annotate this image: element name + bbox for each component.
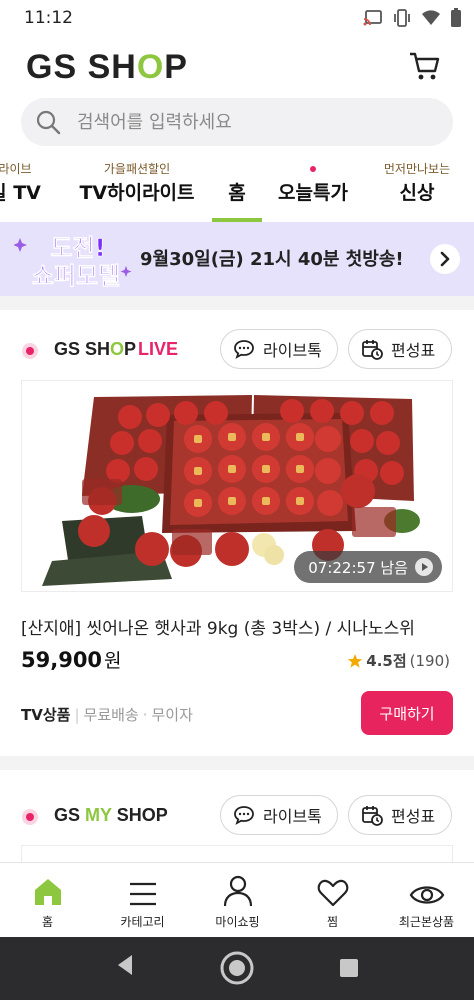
- heart-icon: [317, 879, 348, 907]
- tv-product-tag: TV상품: [21, 706, 71, 724]
- shopper-model-logo: 도전! 쇼퍼모델: [14, 234, 132, 290]
- tab-today-deal[interactable]: 오늘특가: [270, 160, 356, 220]
- banner-text: 9월30일(금) 21시 40분 첫방송!: [140, 249, 404, 270]
- nav-wishlist[interactable]: 찜: [285, 863, 380, 938]
- live-section-header: GS SHOP LIVE 라이브톡 편성표: [0, 324, 474, 376]
- system-nav-bar: [0, 937, 474, 1000]
- menu-icon: [129, 882, 156, 906]
- live-indicator: [22, 809, 38, 825]
- product-price: 59,900 원: [21, 648, 122, 672]
- free-shipping-tag: 무료배송: [83, 706, 139, 724]
- home-icon: [34, 879, 61, 905]
- eye-icon: [409, 886, 444, 904]
- gs-shop-logo[interactable]: GS SHOP: [26, 48, 188, 87]
- gs-myshop-channel[interactable]: GS MY SHOP: [54, 805, 168, 826]
- new-dot-badge: [310, 166, 316, 172]
- star-icon: [348, 653, 363, 668]
- nav-category[interactable]: 카테고리: [95, 863, 190, 938]
- chat-bubble-icon: [234, 340, 254, 359]
- home-circle-icon[interactable]: [219, 950, 255, 986]
- nav-my-shopping[interactable]: 마이쇼핑: [190, 863, 285, 938]
- app-header: GS SHOP: [0, 36, 474, 96]
- status-time: 11:12: [24, 8, 73, 28]
- status-bar: 11:12: [0, 0, 474, 36]
- schedule-button[interactable]: 편성표: [348, 329, 452, 369]
- back-icon[interactable]: [114, 953, 136, 977]
- myshop-section-header: GS MY SHOP 라이브톡 편성표: [0, 790, 474, 842]
- person-icon: [223, 875, 252, 907]
- search-bar[interactable]: [21, 98, 453, 146]
- bottom-nav: 홈 카테고리 마이쇼핑 찜 최근본상품: [0, 862, 474, 937]
- live-indicator: [22, 343, 38, 359]
- schedule-button[interactable]: 편성표: [348, 795, 452, 835]
- cart-icon[interactable]: [408, 50, 442, 82]
- battery-icon: [451, 8, 461, 27]
- nav-home[interactable]: 홈: [0, 863, 95, 938]
- cast-icon: [363, 10, 382, 26]
- promo-banner[interactable]: 도전! 쇼퍼모델 9월30일(금) 21시 40분 첫방송!: [0, 222, 474, 296]
- play-icon[interactable]: [414, 557, 434, 577]
- chat-bubble-icon: [234, 806, 254, 825]
- tab-live-tv[interactable]: 라이브 일 TV: [0, 160, 60, 220]
- product-image[interactable]: 07:22:57 남음: [21, 380, 453, 592]
- product-title[interactable]: [산지애] 씻어나온 햇사과 9kg (총 3박스) / 시나노스위: [21, 614, 461, 639]
- product-rating: 4.5점 (190): [347, 650, 450, 671]
- calendar-clock-icon: [362, 340, 383, 360]
- chevron-right-icon: [440, 251, 450, 267]
- livetalk-button[interactable]: 라이브톡: [220, 795, 338, 835]
- category-tabs: 라이브 일 TV 가을패션할인 TV하이라이트 홈 오늘특가 먼저만나보는 신상: [0, 160, 474, 222]
- live-timer: 07:22:57 남음: [294, 551, 442, 583]
- vibrate-icon: [394, 9, 410, 27]
- svg-text:도전!: 도전!: [50, 234, 105, 262]
- search-icon: [36, 110, 61, 135]
- product-tags: TV상품 | 무료배송 · 무이자: [21, 706, 193, 724]
- recents-icon[interactable]: [338, 957, 360, 979]
- nav-recently-viewed[interactable]: 최근본상품: [379, 863, 474, 938]
- section-divider: [0, 296, 474, 310]
- interest-free-tag: 무이자: [151, 706, 193, 724]
- tab-tv-highlight[interactable]: 가을패션할인 TV하이라이트: [72, 160, 202, 220]
- banner-next-button[interactable]: [430, 244, 460, 274]
- section-divider: [0, 756, 474, 770]
- wifi-icon: [422, 10, 440, 25]
- gs-shop-live-channel[interactable]: GS SHOP LIVE: [54, 339, 178, 360]
- calendar-clock-icon: [362, 806, 383, 826]
- tab-home[interactable]: 홈: [212, 160, 262, 222]
- svg-text:쇼퍼모델: 쇼퍼모델: [32, 262, 120, 290]
- search-input[interactable]: [77, 108, 437, 136]
- tab-new-arrivals[interactable]: 먼저만나보는 신상: [372, 160, 462, 220]
- buy-button[interactable]: 구매하기: [361, 691, 453, 735]
- livetalk-button[interactable]: 라이브톡: [220, 329, 338, 369]
